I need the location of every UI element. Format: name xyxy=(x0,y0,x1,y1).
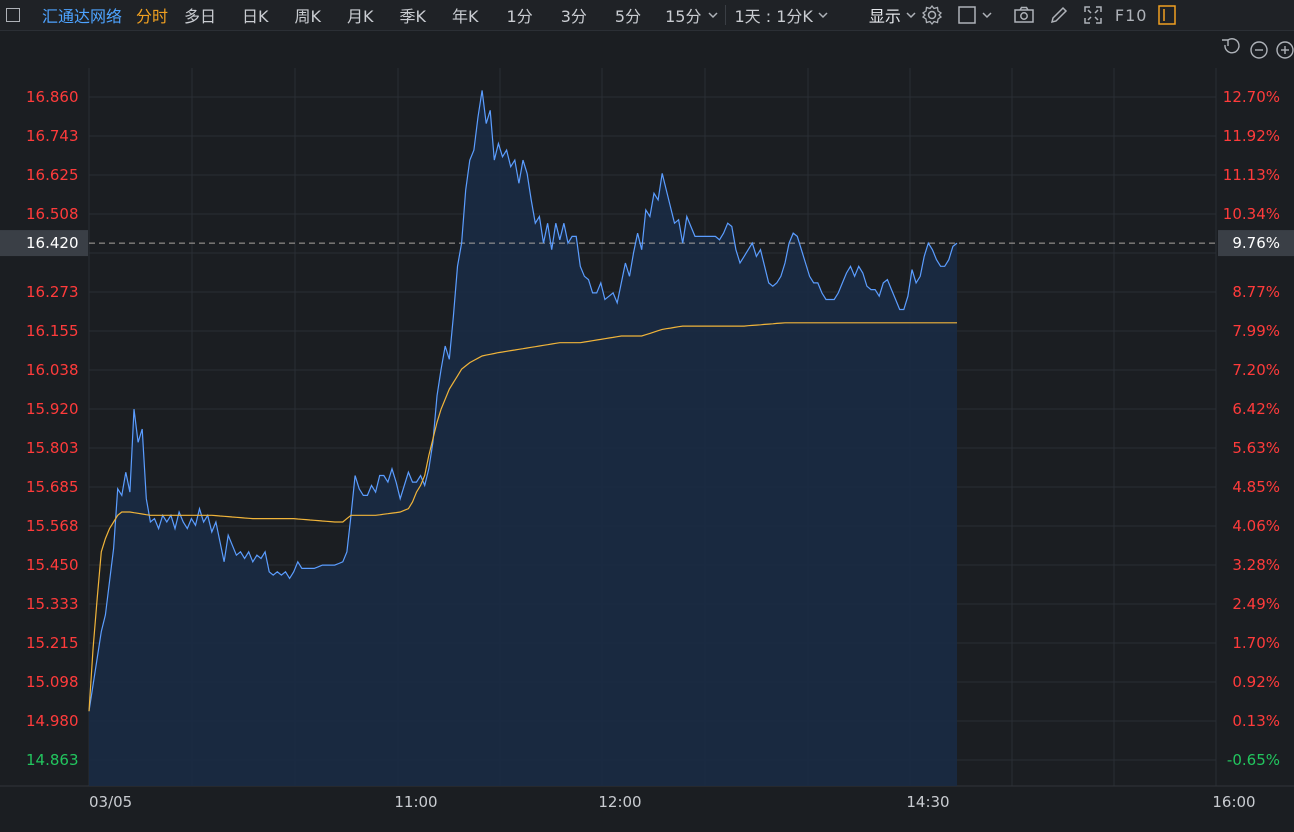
tab-weekly-k[interactable]: 周K xyxy=(295,3,322,27)
price-tick-label: 16.155 xyxy=(26,322,79,340)
percent-tick-label: 4.85% xyxy=(1232,478,1280,496)
display-chevron-icon[interactable] xyxy=(905,10,917,20)
percent-tick-label: 7.20% xyxy=(1232,361,1280,379)
percent-tick-label: 0.92% xyxy=(1232,673,1280,691)
tab-quarterly-k[interactable]: 季K xyxy=(400,3,427,27)
pencil-icon[interactable] xyxy=(1049,5,1069,25)
tab-yearly-k[interactable]: 年K xyxy=(452,3,479,27)
price-tick-label: 15.685 xyxy=(26,478,79,496)
percent-tick-label: 8.77% xyxy=(1232,283,1280,301)
gear-icon[interactable] xyxy=(921,4,943,26)
time-tick-label: 12:00 xyxy=(598,793,641,811)
time-tick-label: 14:30 xyxy=(906,793,949,811)
chart-area[interactable]: 16.860 16.743 16.625 16.508 16.273 16.155 16.0… xyxy=(0,30,1294,828)
price-tick-label: 14.980 xyxy=(26,712,79,730)
tab-1min[interactable]: 1分 xyxy=(507,3,533,27)
percent-tick-label: 7.99% xyxy=(1232,322,1280,340)
tab-5min[interactable]: 5分 xyxy=(615,3,641,27)
intraday-chart[interactable]: 16.860 16.743 16.625 16.508 16.273 16.155 16.0… xyxy=(0,30,1294,828)
price-tick-label: 14.863 xyxy=(26,751,79,769)
price-area xyxy=(89,90,957,786)
camera-icon[interactable] xyxy=(1013,5,1035,25)
tab-daily-k[interactable]: 日K xyxy=(242,3,269,27)
percent-tick-label: 11.92% xyxy=(1223,127,1280,145)
percent-tick-label: 2.49% xyxy=(1232,595,1280,613)
stock-name[interactable]: 汇通达网络 xyxy=(42,3,122,27)
percent-tick-label: 10.34% xyxy=(1223,205,1280,223)
fullscreen-icon[interactable] xyxy=(1083,5,1103,25)
percent-tick-label: 0.13% xyxy=(1232,712,1280,730)
frame-chevron-icon[interactable] xyxy=(981,10,993,20)
price-tick-label: 15.333 xyxy=(26,595,79,613)
more-periods-chevron-icon[interactable] xyxy=(707,10,719,20)
price-tick-label: 15.215 xyxy=(26,634,79,652)
tab-15min[interactable]: 15分 xyxy=(665,3,701,27)
percent-tick-label: 5.63% xyxy=(1232,439,1280,457)
price-tick-label: 15.098 xyxy=(26,673,79,691)
price-tick-label: 16.860 xyxy=(26,88,79,106)
price-tick-label: 15.450 xyxy=(26,556,79,574)
tab-intraday[interactable]: 分时 xyxy=(136,3,168,27)
percent-tick-label: 3.28% xyxy=(1232,556,1280,574)
price-tick-label: 15.803 xyxy=(26,439,79,457)
zoom-controls xyxy=(1222,38,1294,59)
price-tick-label: 16.508 xyxy=(26,205,79,223)
f10-button[interactable]: F10 xyxy=(1115,6,1148,25)
tab-multi-day[interactable]: 多日 xyxy=(184,3,216,27)
price-axis: 16.860 16.743 16.625 16.508 16.273 16.155 16.0… xyxy=(26,88,79,769)
price-tick-label: 16.743 xyxy=(26,127,79,145)
toolbar: 汇通达网络 分时 多日 日K 周K 月K 季K 年K 1分 3分 5分 15分 … xyxy=(0,0,1294,31)
tab-3min[interactable]: 3分 xyxy=(561,3,587,27)
percent-axis: 12.70% 11.92% 11.13% 10.34% 8.77% 7.99% 7.20% 6… xyxy=(1223,88,1280,769)
percent-tick-label: 1.70% xyxy=(1232,634,1280,652)
price-area-fill xyxy=(89,90,957,786)
tab-monthly-k[interactable]: 月K xyxy=(347,3,374,27)
side-panel-icon[interactable] xyxy=(1157,4,1177,26)
current-percent-label: 9.76% xyxy=(1232,234,1280,252)
time-tick-label: 03/05 xyxy=(89,793,132,811)
percent-tick-label: 11.13% xyxy=(1223,166,1280,184)
price-tick-label: 15.568 xyxy=(26,517,79,535)
time-tick-label: 16:00 xyxy=(1212,793,1255,811)
zoom-out-icon[interactable] xyxy=(1250,41,1268,59)
percent-tick-label: -0.65% xyxy=(1227,751,1280,769)
square-frame-icon[interactable] xyxy=(957,5,977,25)
percent-tick-label: 12.70% xyxy=(1223,88,1280,106)
price-tick-label: 15.920 xyxy=(26,400,79,418)
percent-tick-label: 4.06% xyxy=(1232,517,1280,535)
time-axis: 03/05 11:00 12:00 14:30 16:00 xyxy=(89,793,1256,811)
current-price-label: 16.420 xyxy=(26,234,79,252)
panel-toggle-icon[interactable] xyxy=(6,8,20,22)
price-tick-label: 16.273 xyxy=(26,283,79,301)
zoom-in-icon[interactable] xyxy=(1276,41,1294,59)
price-tick-label: 16.625 xyxy=(26,166,79,184)
percent-tick-label: 6.42% xyxy=(1232,400,1280,418)
reset-icon[interactable] xyxy=(1222,38,1240,54)
toolbar-divider xyxy=(725,5,727,25)
period-chevron-icon[interactable] xyxy=(817,10,829,20)
price-tick-label: 16.038 xyxy=(26,361,79,379)
time-tick-label: 11:00 xyxy=(394,793,437,811)
period-select[interactable]: 1天 : 1分K xyxy=(734,3,812,27)
display-menu[interactable]: 显示 xyxy=(869,3,901,27)
